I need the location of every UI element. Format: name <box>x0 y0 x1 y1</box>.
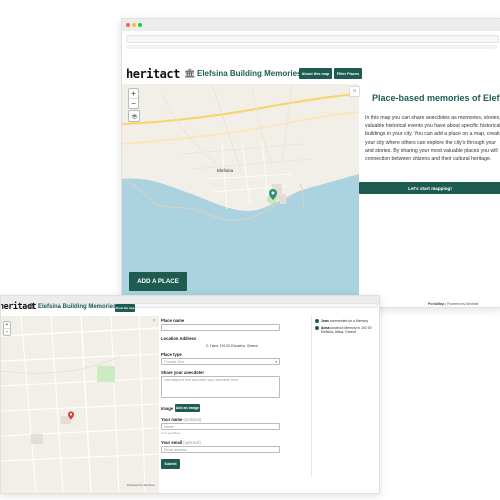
map-marker-icon[interactable] <box>68 411 74 420</box>
anecdote-label: Share your anecdote! <box>161 370 204 375</box>
your-email-label-text: Your email <box>161 440 183 445</box>
your-name-label: Your name (optional) <box>161 417 201 422</box>
back-zoom-control: + − <box>3 321 11 336</box>
front-address-bar[interactable] <box>126 35 499 43</box>
info-panel-description: In this map you can share anecdotes as m… <box>365 114 500 163</box>
close-window-dot[interactable] <box>126 23 130 27</box>
back-map[interactable]: + − <box>1 316 159 493</box>
zoom-in-button[interactable]: + <box>129 89 138 99</box>
footer-prefix: PortalMap <box>428 302 445 306</box>
zoom-out-button[interactable]: − <box>4 329 10 335</box>
location-value: Σ. Γκίκα, 192 00 Ελευσίνα, Greece <box>206 344 258 348</box>
footer-middle: | Powered by <box>444 302 467 306</box>
description-line: valuable historical events you have abou… <box>365 123 500 130</box>
about-map-button[interactable]: About this map <box>115 304 135 312</box>
add-place-button[interactable]: ADD A PLACE <box>129 272 187 291</box>
minimize-window-dot[interactable] <box>132 23 136 27</box>
your-name-label-text: Your name <box>161 417 183 422</box>
back-browser-window: heritact 🏛 Elefsina Building Memories Ab… <box>0 295 380 494</box>
anecdote-textarea[interactable]: Use elapsed text and write your anecdote… <box>161 376 280 398</box>
place-type-value: Choose One <box>164 360 185 364</box>
front-titlebar <box>122 19 500 31</box>
map-town-label: Elefsina <box>217 168 234 173</box>
maximize-window-dot[interactable] <box>138 23 142 27</box>
bank-icon: 🏛 <box>28 304 36 310</box>
submit-button[interactable]: Submit <box>161 459 180 469</box>
heritact-logo[interactable]: heritact <box>126 67 180 81</box>
place-name-input[interactable] <box>161 324 280 331</box>
back-map-tiles <box>1 316 159 493</box>
your-email-input[interactable]: Email address <box>161 446 280 453</box>
feed-action: commented on a Memory <box>329 319 369 323</box>
name-hint: If no specified... <box>161 431 183 435</box>
feed-user: Jean <box>321 319 329 323</box>
back-footer[interactable]: Powered by Sentinel <box>127 483 155 487</box>
place-type-select[interactable]: Choose One ▾ <box>161 358 280 365</box>
info-panel: × Place-based memories of Elefsina In th… <box>349 84 500 306</box>
description-line: In this map you can share anecdotes as m… <box>365 115 500 121</box>
feed-action: posted a Memory in 192 00 Elefsina, Atti… <box>321 326 372 335</box>
email-placeholder: Email address <box>164 448 187 452</box>
image-label: Image <box>161 406 174 411</box>
start-mapping-button[interactable]: Let's start mapping! <box>359 182 500 194</box>
place-name-label: Place name <box>161 318 185 323</box>
feed-item-text: Jean commented on a Memory <box>321 319 377 323</box>
add-image-button[interactable]: Add an Image <box>175 404 200 412</box>
name-placeholder: Name <box>164 425 174 429</box>
description-line: buildings in your city. You can add a pl… <box>365 131 500 138</box>
chevron-down-icon: ▾ <box>275 360 277 364</box>
place-type-label: Place type <box>161 352 182 357</box>
zoom-in-button[interactable]: + <box>4 322 10 329</box>
front-map[interactable]: + − Elefsina ADD A PLACE <box>122 84 359 306</box>
activity-feed: Jean commented on a Memory Anna posted a… <box>311 316 379 476</box>
footer-brand-link[interactable]: Sentinel <box>466 302 478 306</box>
feed-item-text: Anna posted a Memory in 192 00 Elefsina,… <box>321 326 377 335</box>
anecdote-placeholder: Use elapsed text and write your anecdote… <box>164 378 239 382</box>
email-optional-tag: (optional) <box>183 440 201 445</box>
add-place-form: × Place name Location Address Σ. Γκίκα, … <box>153 316 311 493</box>
app-title: Elefsina Building Memories <box>38 304 117 310</box>
avatar <box>315 326 319 330</box>
your-email-label: Your email (optional) <box>161 440 201 445</box>
your-name-input[interactable]: Name <box>161 423 280 430</box>
description-line: and stories. By sharing your most valuab… <box>365 147 498 154</box>
front-zoom-control: + − <box>128 88 139 109</box>
map-marker-icon[interactable] <box>269 189 277 200</box>
name-optional-tag: (optional) <box>183 417 201 422</box>
location-label: Location Address <box>161 336 197 341</box>
info-panel-heading: Place-based memories of Elefsina <box>372 93 500 103</box>
layers-icon[interactable] <box>128 110 140 122</box>
info-panel-close-button[interactable]: × <box>349 86 360 97</box>
app-title: Elefsina Building Memories <box>197 69 302 78</box>
front-footer: PortalMap | Powered by Sentinel <box>428 302 478 306</box>
front-browser-window: heritact 🏛 Elefsina Building Memories Ab… <box>121 18 500 308</box>
bank-icon: 🏛 <box>184 68 196 78</box>
description-line: your city where others can explore the c… <box>365 139 497 146</box>
avatar <box>315 319 319 323</box>
description-line: connection between citizens and their cu… <box>365 156 492 163</box>
zoom-out-button[interactable]: − <box>129 99 138 108</box>
form-close-button[interactable]: × <box>151 318 157 324</box>
front-toolbar-strip <box>126 45 497 49</box>
filter-places-button[interactable]: Filter Places <box>334 68 362 79</box>
about-map-button[interactable]: About this map <box>299 68 332 79</box>
feed-user: Anna <box>321 326 330 330</box>
